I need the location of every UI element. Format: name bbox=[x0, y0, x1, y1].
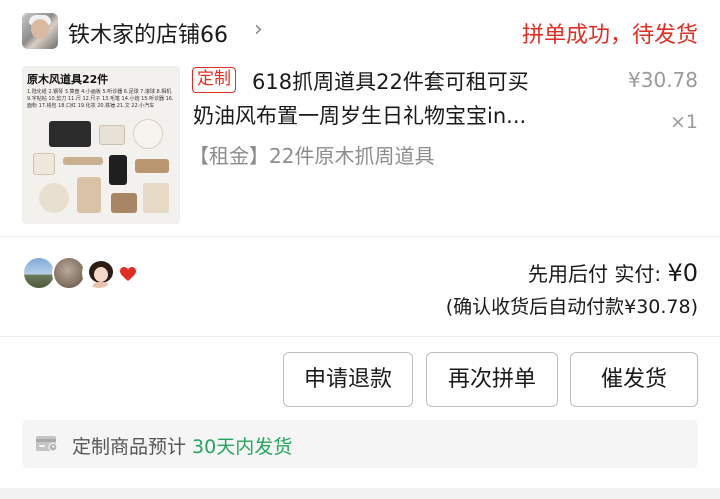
product-price: ¥30.78 bbox=[628, 68, 698, 92]
divider bbox=[0, 336, 720, 337]
product-row[interactable]: 原木风道具22件 1.陆化纸 2.钢琴 3.算盘 4.小画板 5.听诊器 6.足… bbox=[0, 62, 720, 234]
product-title-line1[interactable]: 618抓周道具22件套可租可买 bbox=[252, 66, 529, 96]
product-title-line2[interactable]: 奶油风布置一周岁生日礼物宝宝in... bbox=[193, 100, 593, 130]
member-avatar[interactable] bbox=[22, 256, 56, 290]
pay-amount: ¥0 bbox=[667, 259, 698, 287]
shop-avatar[interactable] bbox=[22, 13, 58, 49]
product-quantity: ×1 bbox=[669, 111, 698, 133]
chevron-right-icon[interactable]: › bbox=[254, 17, 263, 42]
order-header: 铁木家的店铺66 › 拼单成功，待发货 bbox=[0, 0, 720, 62]
shipping-notice: 定制商品预计 30天内发货 bbox=[22, 420, 698, 468]
custom-tag-badge: 定制 bbox=[192, 67, 236, 93]
member-avatar[interactable] bbox=[52, 256, 86, 290]
shop-name-link[interactable]: 铁木家的店铺66 bbox=[68, 17, 228, 49]
order-status: 拼单成功，待发货 bbox=[521, 23, 698, 48]
regroup-button[interactable]: 再次拼单 bbox=[426, 352, 558, 407]
product-spec: 【租金】22件原木抓周道具 bbox=[189, 144, 435, 168]
notice-highlight: 30天内发货 bbox=[192, 436, 293, 458]
auto-pay-note: (确认收货后自动付款¥30.78) bbox=[445, 296, 698, 318]
payment-summary: 先用后付 实付: ¥0 bbox=[528, 258, 698, 287]
pay-label: 先用后付 实付: bbox=[528, 262, 668, 286]
heart-icon bbox=[120, 267, 136, 281]
bottom-separator bbox=[0, 488, 720, 499]
thumbnail-item-list: 1.陆化纸 2.钢琴 3.算盘 4.小画板 5.听诊器 6.足球 7.滚球 8.… bbox=[27, 89, 174, 109]
member-avatar[interactable] bbox=[82, 256, 116, 290]
notice-prefix: 定制商品预计 bbox=[72, 436, 193, 458]
delivery-card-icon bbox=[36, 436, 58, 452]
urge-shipping-button[interactable]: 催发货 bbox=[570, 352, 698, 407]
avatar-face bbox=[94, 267, 108, 282]
thumbnail-title: 原木风道具22件 bbox=[27, 73, 109, 86]
avatar-face bbox=[31, 19, 49, 39]
notice-text: 定制商品预计 30天内发货 bbox=[72, 432, 292, 459]
request-refund-button[interactable]: 申请退款 bbox=[283, 352, 413, 407]
divider bbox=[0, 236, 720, 237]
thumbnail-props-image bbox=[29, 117, 175, 221]
group-payment-section: 先用后付 实付: ¥0 (确认收货后自动付款¥30.78) bbox=[0, 240, 720, 336]
product-thumbnail[interactable]: 原木风道具22件 1.陆化纸 2.钢琴 3.算盘 4.小画板 5.听诊器 6.足… bbox=[22, 66, 180, 224]
avatar-body bbox=[91, 282, 111, 288]
